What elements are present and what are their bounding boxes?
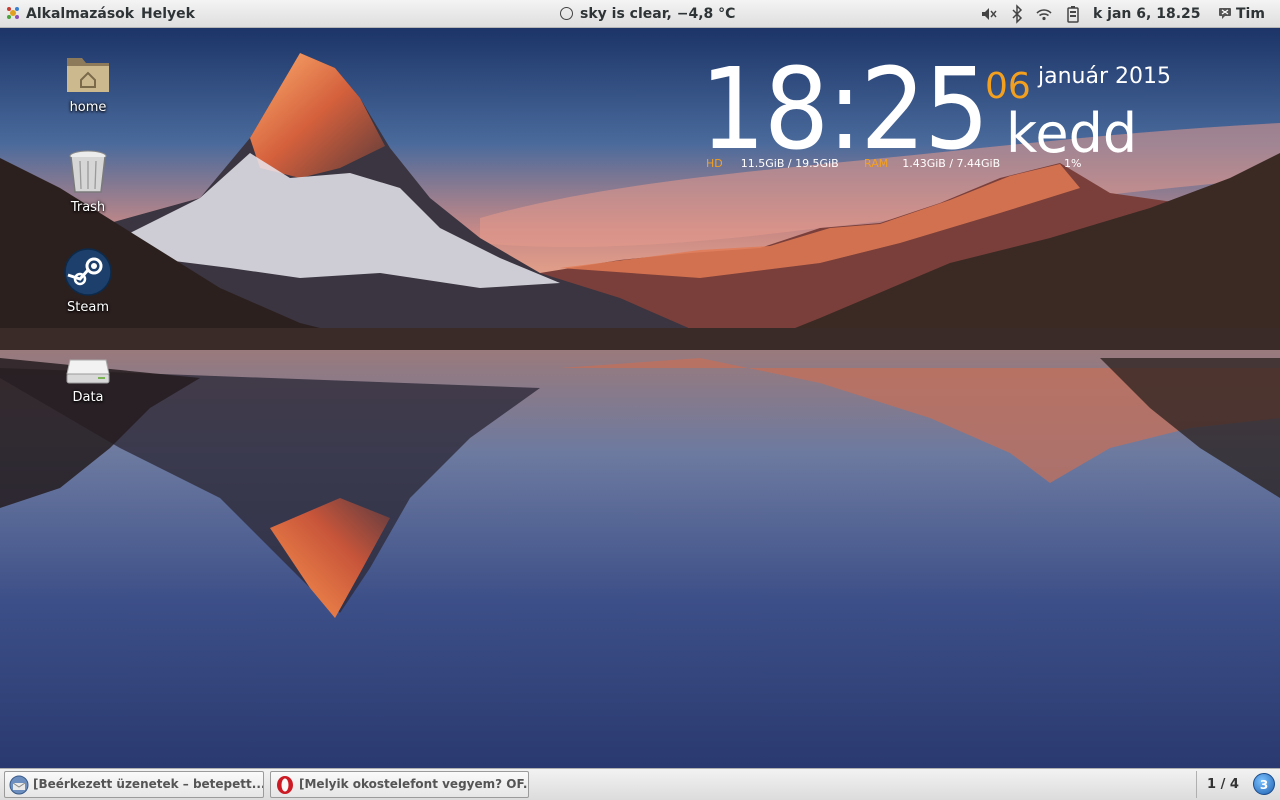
conky-ram-value: 1.43GiB / 7.44GiB xyxy=(902,157,1001,170)
user-name: Tim xyxy=(1236,6,1265,22)
trash-icon xyxy=(69,150,107,193)
conky-hd-key: HD xyxy=(706,157,723,170)
taskbar-item-label: [Beérkezett üzenetek – betepett.... xyxy=(33,777,264,791)
conky-cpu-value: 1% xyxy=(1064,157,1082,170)
taskbar-item-opera[interactable]: [Melyik okostelefont vegyem? OF... xyxy=(270,771,529,798)
weather-indicator[interactable]: sky is clear, −4,8 °C xyxy=(560,0,735,28)
home-folder-icon xyxy=(67,58,109,92)
battery-icon[interactable] xyxy=(1065,0,1081,28)
applications-menu[interactable]: Alkalmazások xyxy=(6,0,134,28)
drive-icon xyxy=(66,359,110,384)
bluetooth-icon[interactable] xyxy=(1009,0,1025,28)
desktop-icon-steam[interactable]: Steam xyxy=(33,248,143,315)
desktop-icon-label: Data xyxy=(72,390,104,405)
desktop-icon-data[interactable]: Data xyxy=(33,356,143,405)
places-menu-label: Helyek xyxy=(141,6,195,22)
notification-counter[interactable]: 3 xyxy=(1253,773,1275,795)
steam-icon xyxy=(64,248,112,296)
taskbar-item-label: [Melyik okostelefont vegyem? OF... xyxy=(299,777,529,791)
weather-icon xyxy=(560,7,573,20)
conky-ram-key: RAM xyxy=(864,157,889,170)
volume-muted-icon[interactable] xyxy=(979,0,999,28)
conky-hd-value: 11.5GiB / 19.5GiB xyxy=(740,157,839,170)
conky-ram-stat: RAM 1.43GiB / 7.44GiB xyxy=(864,157,1000,170)
places-menu[interactable]: Helyek xyxy=(141,0,195,28)
thunderbird-icon xyxy=(9,775,29,795)
applications-icon xyxy=(7,7,19,19)
conky-month-year: január 2015 xyxy=(1038,64,1171,89)
workspace-switcher[interactable]: 1 / 4 xyxy=(1196,771,1249,798)
applications-menu-label: Alkalmazások xyxy=(26,6,135,22)
opera-icon xyxy=(277,776,293,794)
desktop-icon-home[interactable]: home xyxy=(33,50,143,115)
user-status-icon xyxy=(1219,8,1231,19)
bottom-panel: [Beérkezett üzenetek – betepett.... [Mel… xyxy=(0,768,1280,800)
desktop-icon-label: Steam xyxy=(67,300,109,315)
desktop-icon-label: home xyxy=(69,100,107,115)
clock-text: k jan 6, 18.25 xyxy=(1093,6,1201,22)
weather-text: sky is clear, −4,8 °C xyxy=(580,6,736,22)
conky-day: 06 xyxy=(985,66,1031,107)
desktop-icon-label: Trash xyxy=(70,200,106,215)
conky-weekday: kedd xyxy=(1006,102,1138,165)
conky-time: 18:25 xyxy=(700,45,990,175)
clock[interactable]: k jan 6, 18.25 xyxy=(1093,0,1201,28)
conky-cpu-stat: 1% xyxy=(1064,157,1081,170)
user-menu[interactable]: Tim xyxy=(1218,0,1265,28)
top-panel: Alkalmazások Helyek sky is clear, −4,8 °… xyxy=(0,0,1280,28)
wifi-icon[interactable] xyxy=(1035,0,1053,28)
conky-hd-stat: HD 11.5GiB / 19.5GiB xyxy=(706,157,839,170)
desktop-icon-trash[interactable]: Trash xyxy=(33,148,143,215)
taskbar-item-thunderbird[interactable]: [Beérkezett üzenetek – betepett.... xyxy=(4,771,264,798)
